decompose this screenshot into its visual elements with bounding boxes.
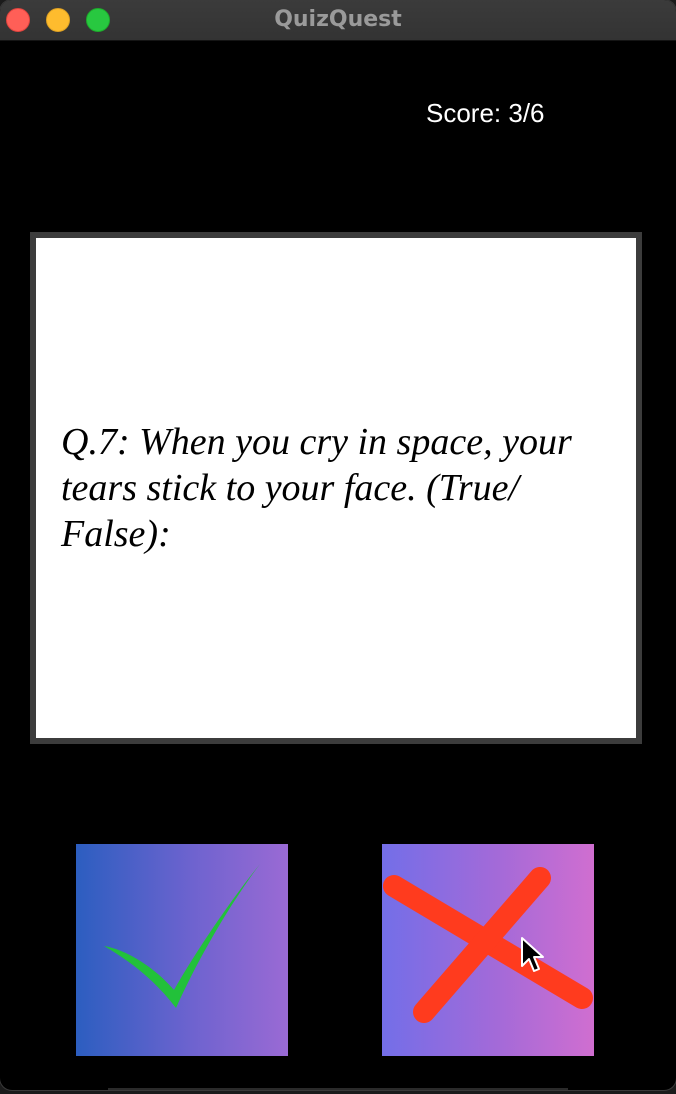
score-label: Score: 3/6	[426, 98, 545, 128]
true-button[interactable]	[76, 844, 288, 1056]
window-bottom-edge	[108, 1088, 568, 1090]
question-card: Q.7: When you cry in space, your tears s…	[30, 232, 642, 744]
question-text: Q.7: When you cry in space, your tears s…	[61, 421, 572, 555]
x-icon	[383, 867, 593, 1023]
check-icon	[104, 864, 260, 1008]
window-title: QuizQuest	[274, 7, 402, 32]
quiz-window: QuizQuest Score: 3/6 Q.7: When you cry i…	[0, 0, 676, 1090]
false-button[interactable]	[382, 844, 594, 1056]
title-bar: QuizQuest	[0, 0, 676, 41]
